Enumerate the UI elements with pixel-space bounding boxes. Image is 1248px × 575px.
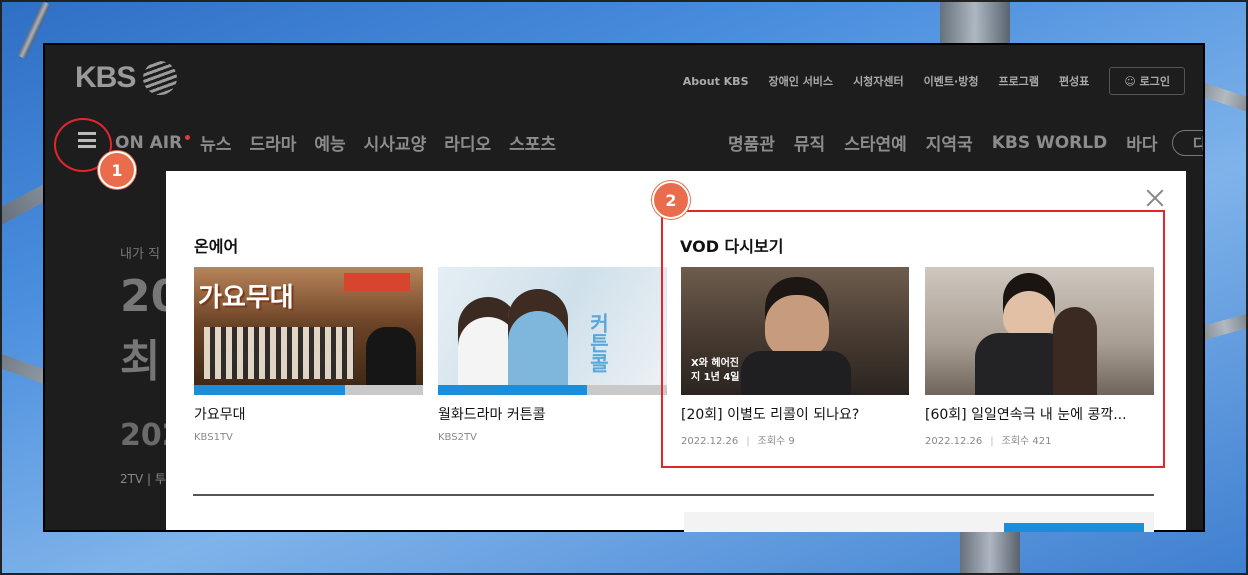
onair-card-channel: KBS2TV bbox=[438, 432, 477, 443]
nav-entertainment[interactable]: 예능 bbox=[314, 130, 345, 155]
highlight-box bbox=[661, 210, 1165, 468]
close-icon[interactable] bbox=[1144, 187, 1166, 209]
step-badge-2: 2 bbox=[652, 181, 690, 219]
onair-card-channel: KBS1TV bbox=[194, 432, 233, 443]
nav-kbs-world[interactable]: KBS WORLD bbox=[992, 133, 1108, 153]
login-label: 로그인 bbox=[1139, 75, 1170, 88]
step-badge-1: 1 bbox=[98, 151, 136, 189]
nav-music[interactable]: 뮤직 bbox=[794, 130, 825, 155]
nav-bada[interactable]: 바다 bbox=[1126, 130, 1157, 155]
secondary-nav: 명품관 뮤직 스타연예 지역국 KBS WORLD 바다 bbox=[728, 130, 1158, 156]
onair-section-title: 온에어 bbox=[194, 237, 239, 256]
onair-progress-bar bbox=[438, 385, 667, 395]
background-bar bbox=[960, 532, 1020, 575]
onair-thumbnail: 커튼콜 bbox=[438, 267, 667, 395]
onair-progress-fill bbox=[194, 385, 346, 395]
nav-news[interactable]: 뉴스 bbox=[200, 130, 231, 155]
util-link-schedule[interactable]: 편성표 bbox=[1059, 73, 1089, 89]
panel-divider bbox=[193, 494, 1154, 496]
util-link-viewer-center[interactable]: 시청자센터 bbox=[853, 73, 904, 89]
kbs-logo-icon bbox=[143, 61, 178, 95]
onair-card-title: 월화드라마 커튼콜 bbox=[438, 407, 546, 423]
nav-star[interactable]: 스타연예 bbox=[844, 130, 907, 155]
nav-drama[interactable]: 드라마 bbox=[249, 130, 296, 155]
live-dot-icon bbox=[185, 134, 191, 140]
onair-card-title: 가요무대 bbox=[194, 407, 246, 423]
nav-current-affairs[interactable]: 시사교양 bbox=[364, 130, 427, 155]
util-link-events[interactable]: 이벤트·방청 bbox=[924, 73, 979, 89]
thumbnail-banner bbox=[344, 273, 410, 291]
onair-card[interactable]: 커튼콜 월화드라마 커튼콜 KBS2TV bbox=[438, 267, 667, 443]
nav-masterpiece[interactable]: 명품관 bbox=[728, 130, 775, 155]
nav-radio[interactable]: 라디오 bbox=[444, 130, 491, 155]
onair-thumbnail: 가요무대 bbox=[194, 267, 423, 395]
thumbnail-person bbox=[508, 289, 568, 395]
login-button[interactable]: ☺ 로그인 bbox=[1109, 67, 1185, 95]
onair-card[interactable]: 가요무대 가요무대 KBS1TV bbox=[194, 267, 423, 443]
util-link-programs[interactable]: 프로그램 bbox=[998, 73, 1038, 89]
thumbnail-caption: 커튼콜 bbox=[586, 313, 610, 373]
replay-pill-button[interactable]: 다시 bbox=[1172, 130, 1203, 156]
nav-onair-label: ON AIR bbox=[115, 132, 183, 153]
thumbnail-caption: 가요무대 bbox=[198, 283, 294, 313]
panel-lower-accent bbox=[1004, 523, 1144, 532]
hero-meta: 2TV | 투 bbox=[120, 472, 166, 486]
utility-nav: About KBS 장애인 서비스 시청자센터 이벤트·방청 프로그램 편성표 … bbox=[683, 67, 1185, 95]
onair-progress-fill bbox=[438, 385, 587, 395]
thumbnail-performers bbox=[204, 327, 354, 379]
hero-headline-2: 최 bbox=[120, 336, 161, 387]
hero-kicker: 내가 직 bbox=[120, 247, 161, 262]
logo-text: KBS bbox=[75, 61, 136, 94]
nav-onair[interactable]: ON AIR bbox=[115, 132, 191, 153]
util-link-about[interactable]: About KBS bbox=[683, 75, 749, 88]
kbs-logo[interactable]: KBS bbox=[75, 61, 178, 95]
user-icon: ☺ bbox=[1124, 75, 1136, 88]
nav-sports[interactable]: 스포츠 bbox=[509, 130, 556, 155]
onair-progress-bar bbox=[194, 385, 423, 395]
util-link-accessibility[interactable]: 장애인 서비스 bbox=[769, 73, 834, 89]
nav-regional[interactable]: 지역국 bbox=[926, 130, 973, 155]
main-nav: ON AIR 뉴스 드라마 예능 시사교양 라디오 스포츠 bbox=[115, 130, 556, 156]
